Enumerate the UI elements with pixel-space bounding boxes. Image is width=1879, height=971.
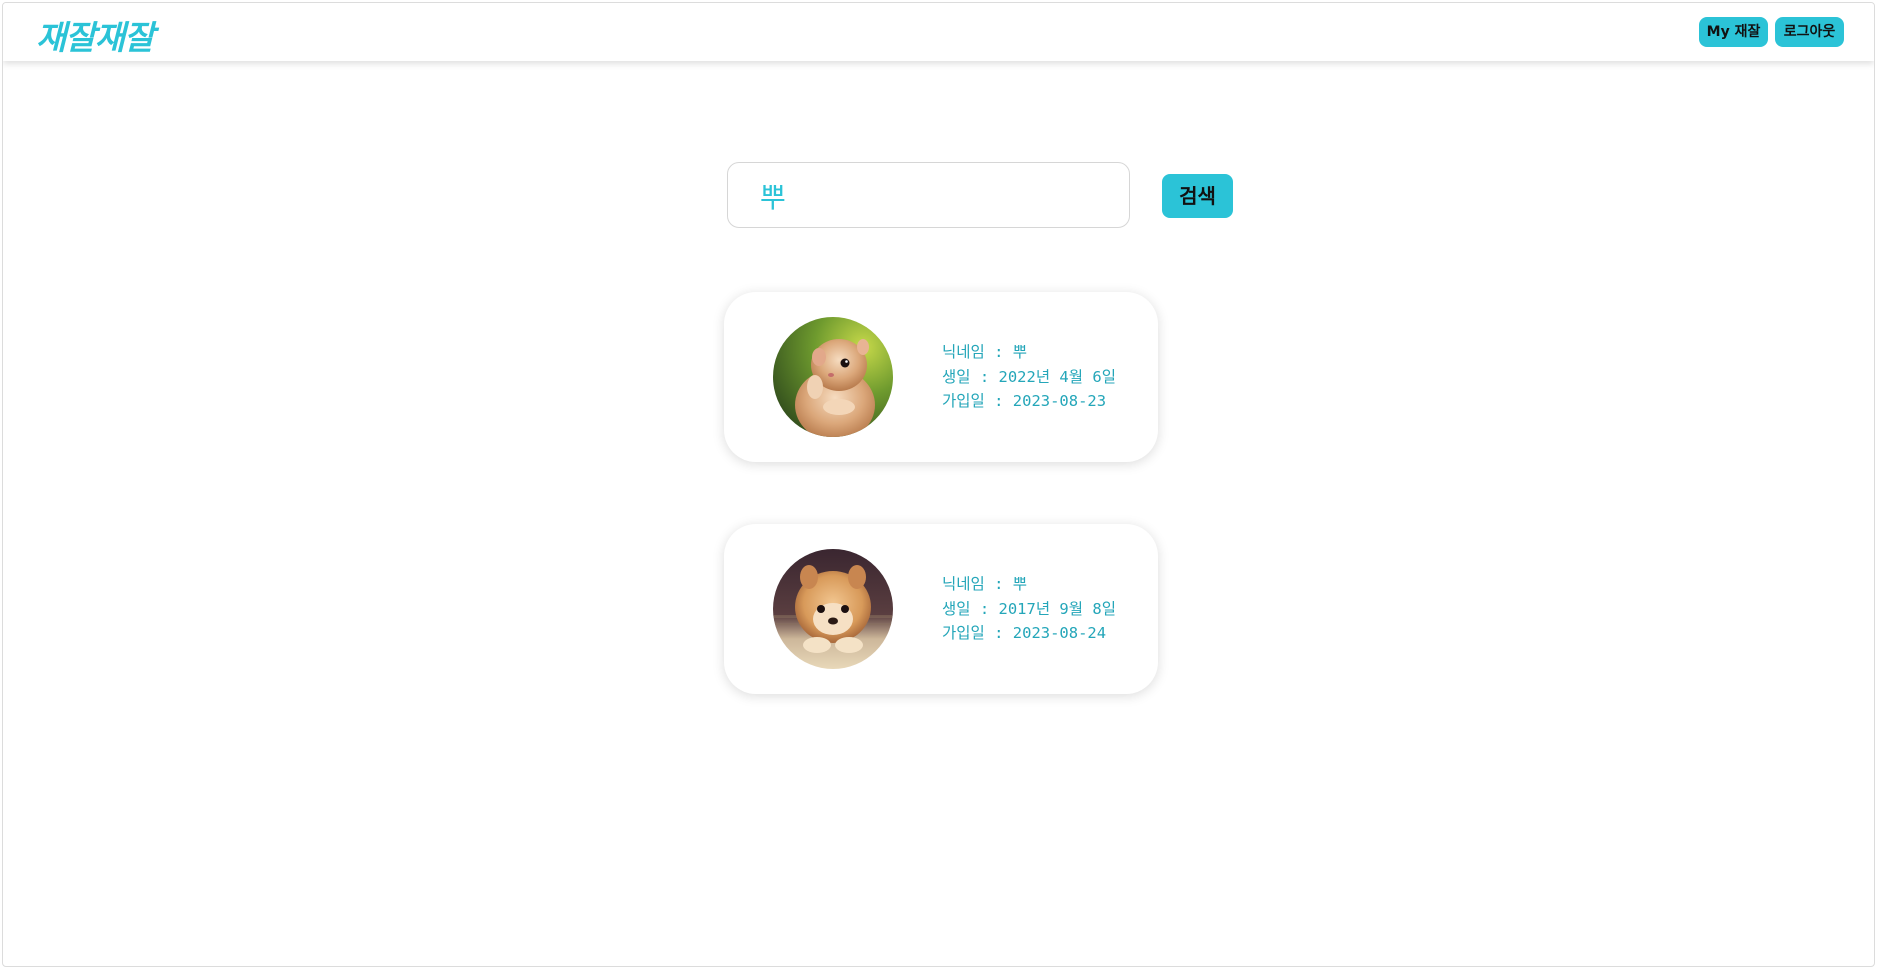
pomeranian-avatar-icon [773,549,893,669]
nickname-text: 닉네임 : 뿌 [942,343,1028,361]
joined-date-text: 가입일 : 2023-08-23 [942,392,1107,410]
joined-date-text: 가입일 : 2023-08-24 [942,624,1107,642]
birthday-text: 생일 : 2017년 9월 8일 [942,599,1116,618]
logo[interactable]: 재잘재잘 [36,11,154,59]
user-info: 닉네임 : 뿌 생일 : 2022년 4월 6일 가입일 : 2023-08-2… [942,340,1116,414]
hamster-avatar-icon [773,317,893,437]
app-window: 재잘재잘 My 재잘 로그아웃 검색 [2,2,1875,967]
my-jaejal-button[interactable]: My 재잘 [1699,17,1768,47]
nickname-text: 닉네임 : 뿌 [942,575,1028,593]
search-field[interactable] [727,162,1130,228]
birthday-text: 생일 : 2022년 4월 6일 [942,367,1116,386]
user-info: 닉네임 : 뿌 생일 : 2017년 9월 8일 가입일 : 2023-08-2… [942,572,1116,646]
search-button[interactable]: 검색 [1162,174,1233,218]
user-card[interactable]: 닉네임 : 뿌 생일 : 2017년 9월 8일 가입일 : 2023-08-2… [724,524,1158,694]
logout-button[interactable]: 로그아웃 [1775,17,1844,47]
user-card[interactable]: 닉네임 : 뿌 생일 : 2022년 4월 6일 가입일 : 2023-08-2… [724,292,1158,462]
top-header: 재잘재잘 My 재잘 로그아웃 [3,3,1874,61]
search-input[interactable] [758,173,1102,219]
